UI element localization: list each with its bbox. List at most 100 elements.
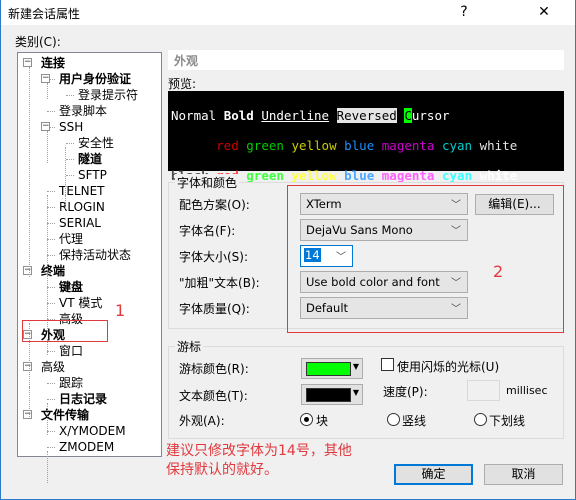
preview-segment: white bbox=[479, 138, 518, 153]
shape-label: 外观(A): bbox=[179, 414, 225, 428]
speed-label: 速度(P): bbox=[383, 385, 428, 399]
preview-segment bbox=[374, 138, 382, 153]
preview-segment bbox=[329, 108, 337, 123]
shape-vline-radio[interactable] bbox=[387, 413, 400, 426]
font-select[interactable]: DejaVu Sans Mono ﹀ bbox=[300, 219, 468, 241]
text-color-swatch bbox=[306, 388, 351, 402]
blink-label: 使用闪烁的光标(U) bbox=[397, 360, 500, 374]
preview-line-1: Normal Bold Underline Reversed Cursor bbox=[171, 108, 561, 123]
preview-segment: green bbox=[246, 168, 284, 183]
tree-item[interactable]: 键盘 bbox=[59, 279, 83, 295]
tree-item[interactable]: 终端 bbox=[41, 263, 65, 279]
tree-item[interactable]: SERIAL bbox=[59, 215, 101, 231]
tree-connector bbox=[47, 239, 55, 240]
preview-segment bbox=[434, 168, 442, 183]
blink-checkbox[interactable] bbox=[381, 358, 394, 371]
cancel-button[interactable]: 取消 bbox=[484, 464, 563, 485]
tree-item[interactable]: X/YMODEM bbox=[59, 423, 126, 439]
shape-block-radio[interactable] bbox=[300, 413, 313, 426]
tree-connector bbox=[47, 351, 55, 352]
chevron-down-icon: ﹀ bbox=[451, 278, 461, 289]
preview-segment: blue bbox=[344, 138, 375, 153]
collapse-icon[interactable]: − bbox=[23, 266, 32, 275]
tree-connector bbox=[66, 143, 74, 144]
tree-item[interactable]: 日志记录 bbox=[59, 391, 107, 407]
scheme-label: 配色方案(O): bbox=[179, 198, 250, 212]
tree-item[interactable]: 窗口 bbox=[59, 343, 83, 359]
font-group-title: 字体和颜色 bbox=[175, 174, 240, 191]
annotation-note-line1: 建议只修改字体为14号，其他 bbox=[166, 443, 352, 459]
quality-label: 字体质量(Q): bbox=[179, 302, 250, 316]
section-header: 外观 bbox=[168, 50, 564, 70]
cursor-group-title: 游标 bbox=[175, 338, 204, 355]
scheme-value: XTerm bbox=[306, 197, 342, 211]
preview-line-2: red green yellow blue magenta cyan white bbox=[171, 138, 561, 153]
annotation-1: 1 bbox=[115, 301, 126, 320]
preview-segment: blue bbox=[344, 168, 375, 183]
tree-item[interactable]: ZMODEM bbox=[59, 439, 114, 455]
preview-segment: Normal bbox=[171, 108, 224, 123]
tree-item[interactable]: 用户身份验证 bbox=[59, 71, 131, 87]
annotation-note-line2: 保持默认的就好。 bbox=[166, 462, 278, 478]
quality-select[interactable]: Default ﹀ bbox=[300, 297, 468, 319]
tree-guide-line bbox=[47, 451, 48, 483]
tree-connector bbox=[47, 303, 55, 304]
preview-segment: Reversed bbox=[336, 108, 397, 123]
bold-select[interactable]: Use bold color and font ﹀ bbox=[300, 271, 468, 293]
preview-segment bbox=[337, 138, 345, 153]
speed-unit: millisec bbox=[506, 384, 548, 397]
tree-item[interactable]: 隧道 bbox=[78, 151, 102, 167]
size-label: 字体大小(S): bbox=[179, 250, 249, 264]
tree-item[interactable]: 文件传输 bbox=[41, 407, 89, 423]
edit-button[interactable]: 编辑(E)... bbox=[475, 194, 554, 215]
title-bar: 新建会话属性 ? ✕ bbox=[1, 0, 575, 25]
size-select[interactable]: 14 ﹀ bbox=[300, 245, 353, 267]
preview-segment: magenta bbox=[381, 168, 435, 183]
collapse-icon[interactable]: − bbox=[41, 74, 50, 83]
tree-item[interactable]: 保持活动状态 bbox=[59, 247, 131, 263]
tree-item[interactable]: 代理 bbox=[59, 231, 83, 247]
tree-connector bbox=[66, 95, 74, 96]
tree-guide-line bbox=[29, 67, 30, 277]
scheme-select[interactable]: XTerm ﹀ bbox=[300, 193, 468, 215]
preview-segment bbox=[472, 138, 480, 153]
collapse-icon[interactable]: − bbox=[23, 410, 32, 419]
preview-segment bbox=[434, 138, 442, 153]
shape-underline-label: 下划线 bbox=[489, 414, 526, 428]
close-icon[interactable]: ✕ bbox=[524, 2, 564, 22]
preview-label: 预览: bbox=[168, 77, 197, 91]
shape-underline-radio[interactable] bbox=[474, 413, 487, 426]
tree-item[interactable]: 登录脚本 bbox=[59, 103, 107, 119]
dialog-window: 新建会话属性 ? ✕ 类别(C): − 连接 − 用户身份验证 登录提示符 登录脚本 − SS… bbox=[0, 0, 576, 500]
tree-item[interactable]: 安全性 bbox=[78, 135, 114, 151]
tree-item[interactable]: 连接 bbox=[41, 55, 65, 71]
preview-segment: yellow bbox=[291, 168, 337, 183]
speed-input[interactable] bbox=[467, 380, 500, 401]
tree-item[interactable]: 高级 bbox=[41, 359, 65, 375]
tree-item[interactable]: SSH bbox=[59, 119, 83, 135]
help-icon[interactable]: ? bbox=[444, 2, 484, 22]
tree-connector bbox=[47, 111, 55, 112]
tree-connector bbox=[66, 175, 74, 176]
shape-vline-label: 竖线 bbox=[402, 414, 427, 428]
collapse-icon[interactable]: − bbox=[23, 58, 32, 67]
size-value: 14 bbox=[304, 248, 321, 262]
collapse-icon[interactable]: − bbox=[23, 362, 32, 371]
collapse-icon[interactable]: − bbox=[41, 122, 50, 131]
tree-item[interactable]: 跟踪 bbox=[59, 375, 83, 391]
category-tree[interactable]: − 连接 − 用户身份验证 登录提示符 登录脚本 − SSH 安全性 隧道 SFTP TELNET RL… bbox=[17, 52, 162, 483]
preview-segment: cyan bbox=[442, 168, 473, 183]
tree-connector bbox=[47, 207, 55, 208]
tree-item[interactable]: SFTP bbox=[78, 167, 107, 183]
tree-guide-line bbox=[65, 147, 66, 195]
annotation-box-1 bbox=[22, 320, 108, 342]
text-color-button[interactable]: ▼ bbox=[301, 384, 363, 405]
dropdown-arrow-icon: ▼ bbox=[352, 388, 359, 397]
tree-item[interactable]: 登录提示符 bbox=[78, 87, 138, 103]
ok-button[interactable]: 确定 bbox=[394, 464, 473, 485]
tree-item[interactable]: VT 模式 bbox=[59, 295, 102, 311]
cursor-color-button[interactable]: ▼ bbox=[301, 358, 363, 379]
cursor-color-label: 游标颜色(R): bbox=[179, 362, 249, 376]
tree-connector bbox=[47, 431, 55, 432]
font-value: DejaVu Sans Mono bbox=[306, 223, 413, 237]
